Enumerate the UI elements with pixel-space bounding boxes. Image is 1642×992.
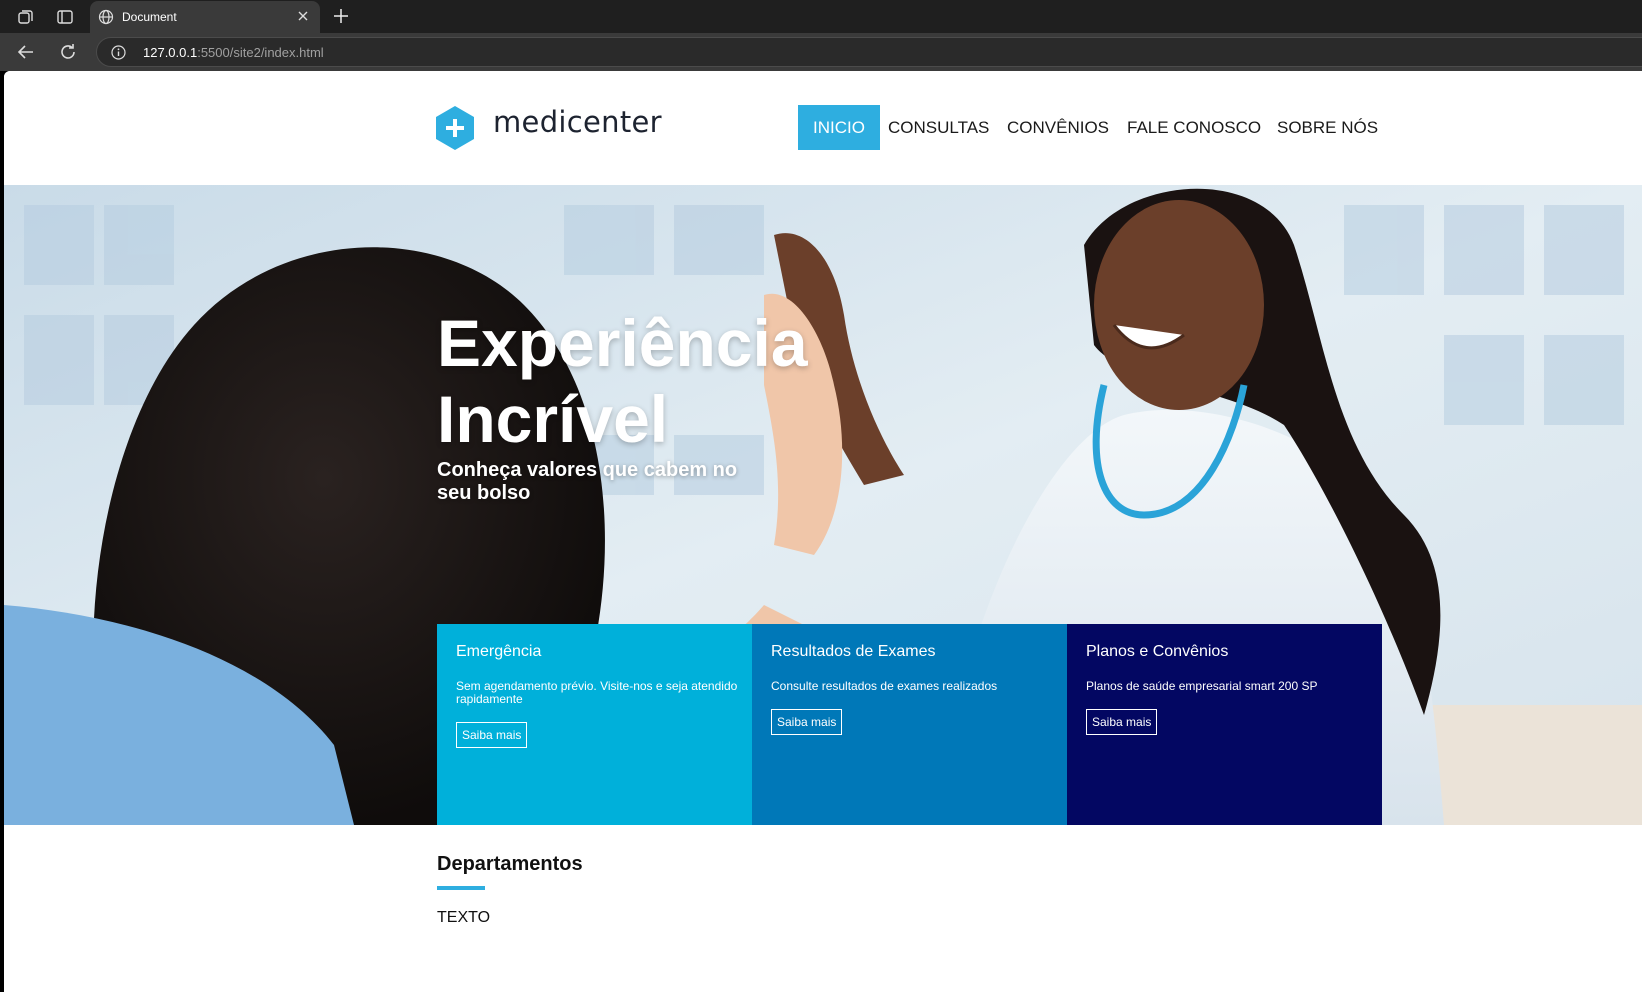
browser-tab[interactable]: Document — [90, 1, 320, 33]
url-host: 127.0.0.1 — [143, 45, 198, 60]
refresh-icon[interactable] — [58, 42, 78, 62]
nav-inicio[interactable]: INICIO — [798, 105, 880, 150]
nav-fale-conosco[interactable]: FALE CONOSCO — [1127, 105, 1261, 150]
saiba-mais-button[interactable]: Saiba mais — [456, 722, 528, 748]
card-title: Resultados de Exames — [771, 643, 936, 660]
card-description: Sem agendamento prévio. Visite-nos e sej… — [456, 679, 738, 706]
tab-title: Document — [122, 10, 177, 24]
brand-name[interactable]: medicenter — [493, 105, 662, 139]
info-icon[interactable] — [111, 45, 126, 60]
card-description: Consulte resultados de exames realizados — [771, 679, 998, 693]
url-text: 127.0.0.1:5500/site2/index.html — [143, 45, 324, 60]
nav-convenios[interactable]: CONVÊNIOS — [1007, 105, 1109, 150]
page-viewport: medicenter INICIO CONSULTAS CONVÊNIOS FA… — [4, 71, 1642, 992]
url-path: :5500/site2/index.html — [197, 45, 324, 60]
globe-icon — [98, 9, 114, 25]
close-icon[interactable] — [296, 9, 310, 23]
card-description: Planos de saúde empresarial smart 200 SP — [1086, 679, 1318, 693]
nav-consultas[interactable]: CONSULTAS — [888, 105, 989, 150]
card-planos-convenios: Planos e Convênios Planos de saúde empre… — [1067, 624, 1382, 825]
card-emergencia: Emergência Sem agendamento prévio. Visit… — [437, 624, 752, 825]
card-resultados-exames: Resultados de Exames Consulte resultados… — [752, 624, 1067, 825]
site-header: medicenter INICIO CONSULTAS CONVÊNIOS FA… — [4, 71, 1642, 185]
hero-title: Experiência Incrível — [437, 305, 957, 457]
saiba-mais-button[interactable]: Saiba mais — [1086, 709, 1158, 735]
heading-underline — [437, 886, 485, 890]
new-tab-icon[interactable] — [332, 7, 350, 25]
hero-subtitle: Conheça valores que cabem no seu bolso — [437, 459, 738, 504]
address-bar-row: 127.0.0.1:5500/site2/index.html — [0, 33, 1642, 71]
card-title: Emergência — [456, 643, 542, 660]
departments-text: TEXTO — [437, 909, 491, 926]
workspaces-icon[interactable] — [16, 8, 34, 26]
hero-title-line-2: Incrível — [437, 382, 669, 456]
back-icon[interactable] — [16, 42, 36, 62]
browser-tab-bar: Document — [0, 0, 1642, 33]
nav-sobre-nos[interactable]: SOBRE NÓS — [1277, 105, 1378, 150]
saiba-mais-button[interactable]: Saiba mais — [771, 709, 843, 735]
card-title: Planos e Convênios — [1086, 643, 1229, 660]
medical-cross-logo-icon[interactable] — [436, 106, 474, 150]
hero-title-line-1: Experiência — [437, 306, 808, 380]
tab-actions-icon[interactable] — [56, 8, 74, 26]
url-field[interactable]: 127.0.0.1:5500/site2/index.html — [96, 37, 1642, 67]
departments-heading: Departamentos — [437, 853, 583, 875]
